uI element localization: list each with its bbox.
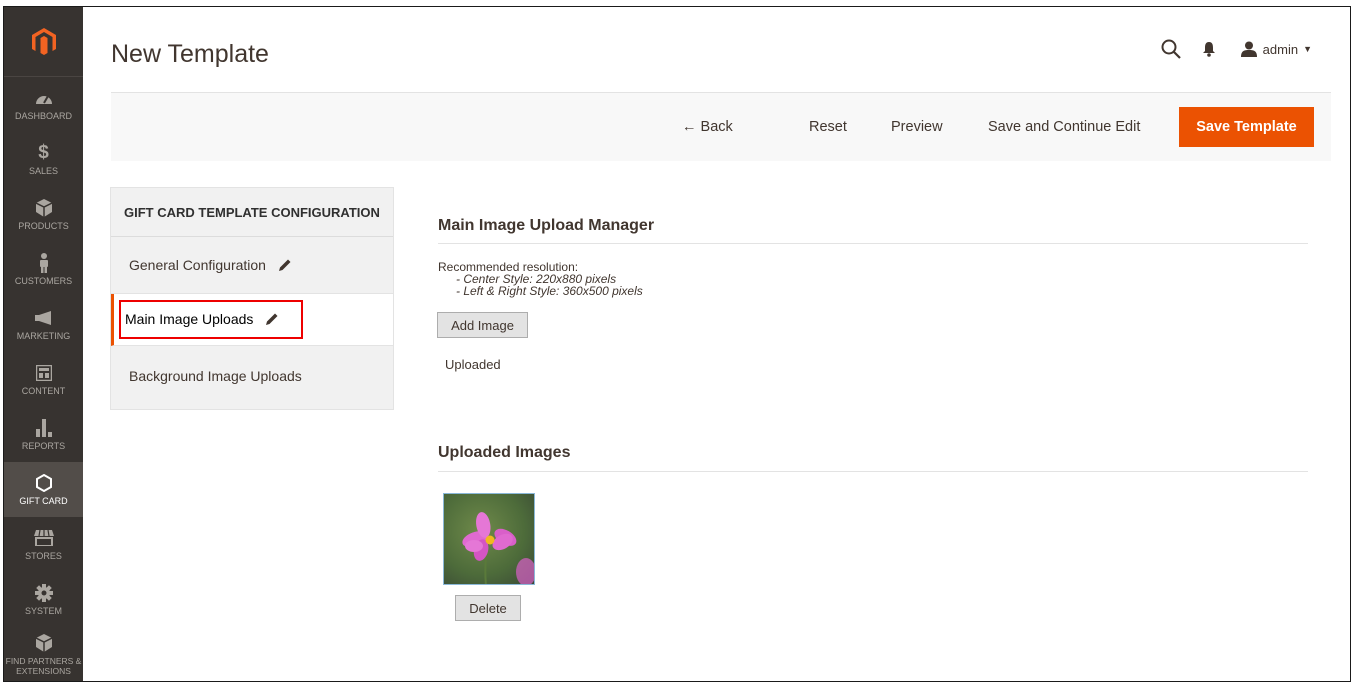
admin-sidebar: DASHBOARD $ SALES PRODUCTS CUSTOMERS MAR… [4, 7, 83, 681]
nav-marketing[interactable]: MARKETING [4, 297, 83, 352]
delete-image-button[interactable]: Delete [455, 595, 521, 621]
add-image-button[interactable]: Add Image [437, 312, 528, 338]
upload-manager-title: Main Image Upload Manager [438, 217, 655, 234]
preview-button[interactable]: Preview [891, 115, 943, 139]
hexagon-icon [34, 473, 54, 493]
save-template-button[interactable]: Save Template [1179, 107, 1314, 147]
pencil-icon [266, 313, 278, 325]
admin-user-menu[interactable]: admin ▼ [1240, 41, 1312, 57]
megaphone-icon [34, 308, 54, 328]
tab-label: General Configuration [129, 257, 266, 273]
section-divider [438, 471, 1308, 472]
page-title: New Template [111, 40, 269, 68]
nav-content[interactable]: CONTENT [4, 352, 83, 407]
dashboard-icon [34, 88, 54, 108]
section-divider [438, 243, 1308, 244]
nav-sales[interactable]: $ SALES [4, 132, 83, 187]
tab-background-image-uploads[interactable]: Background Image Uploads [111, 346, 393, 406]
config-tabs-panel: GIFT CARD TEMPLATE CONFIGURATION General… [110, 187, 394, 410]
config-panel-title: GIFT CARD TEMPLATE CONFIGURATION [111, 188, 393, 237]
pencil-icon [278, 259, 291, 271]
magento-logo[interactable] [4, 7, 83, 77]
nav-dashboard[interactable]: DASHBOARD [4, 77, 83, 132]
recommended-resolution: Recommended resolution: - Center Style: … [438, 261, 643, 297]
nav-gift-card[interactable]: GIFT CARD [4, 462, 83, 517]
save-and-continue-button[interactable]: Save and Continue Edit [988, 115, 1140, 139]
layout-icon [34, 363, 54, 383]
tab-label: Main Image Uploads [125, 311, 254, 327]
cube-icon [34, 198, 54, 218]
store-icon [33, 528, 54, 548]
box-icon [34, 633, 54, 653]
person-icon [34, 253, 54, 273]
nav-products[interactable]: PRODUCTS [4, 187, 83, 242]
lr-style-note: - Left & Right Style: 360x500 pixels [456, 284, 643, 298]
admin-username: admin [1262, 41, 1299, 57]
nav-reports[interactable]: REPORTS [4, 407, 83, 462]
uploaded-label: Uploaded [445, 357, 501, 372]
uploaded-images-title: Uploaded Images [438, 444, 571, 461]
uploaded-image-thumbnail[interactable] [443, 493, 535, 585]
caret-down-icon: ▼ [1303, 44, 1312, 54]
magento-logo-icon [31, 27, 56, 55]
nav-find-partners[interactable]: FIND PARTNERS & EXTENSIONS [4, 627, 83, 681]
app-window: DASHBOARD $ SALES PRODUCTS CUSTOMERS MAR… [3, 6, 1351, 682]
tab-main-image-uploads[interactable]: Main Image Uploads [111, 294, 393, 346]
bar-chart-icon [34, 418, 54, 438]
gear-icon [34, 583, 54, 603]
nav-customers[interactable]: CUSTOMERS [4, 242, 83, 297]
nav-stores[interactable]: STORES [4, 517, 83, 572]
bell-icon[interactable] [1195, 37, 1223, 61]
highlight-box: Main Image Uploads [119, 300, 304, 339]
header-actions: admin ▼ [1147, 37, 1312, 61]
tab-general-configuration[interactable]: General Configuration [111, 237, 393, 294]
page-actions-toolbar: ← Back Reset Preview Save and Continue E… [111, 92, 1331, 161]
reset-button[interactable]: Reset [809, 115, 847, 139]
tab-label: Background Image Uploads [129, 368, 302, 384]
search-icon[interactable] [1157, 37, 1185, 61]
user-icon [1240, 41, 1257, 57]
flower-image [444, 494, 534, 584]
nav-system[interactable]: SYSTEM [4, 572, 83, 627]
dollar-icon: $ [38, 142, 49, 163]
back-button[interactable]: ← Back [682, 115, 733, 139]
